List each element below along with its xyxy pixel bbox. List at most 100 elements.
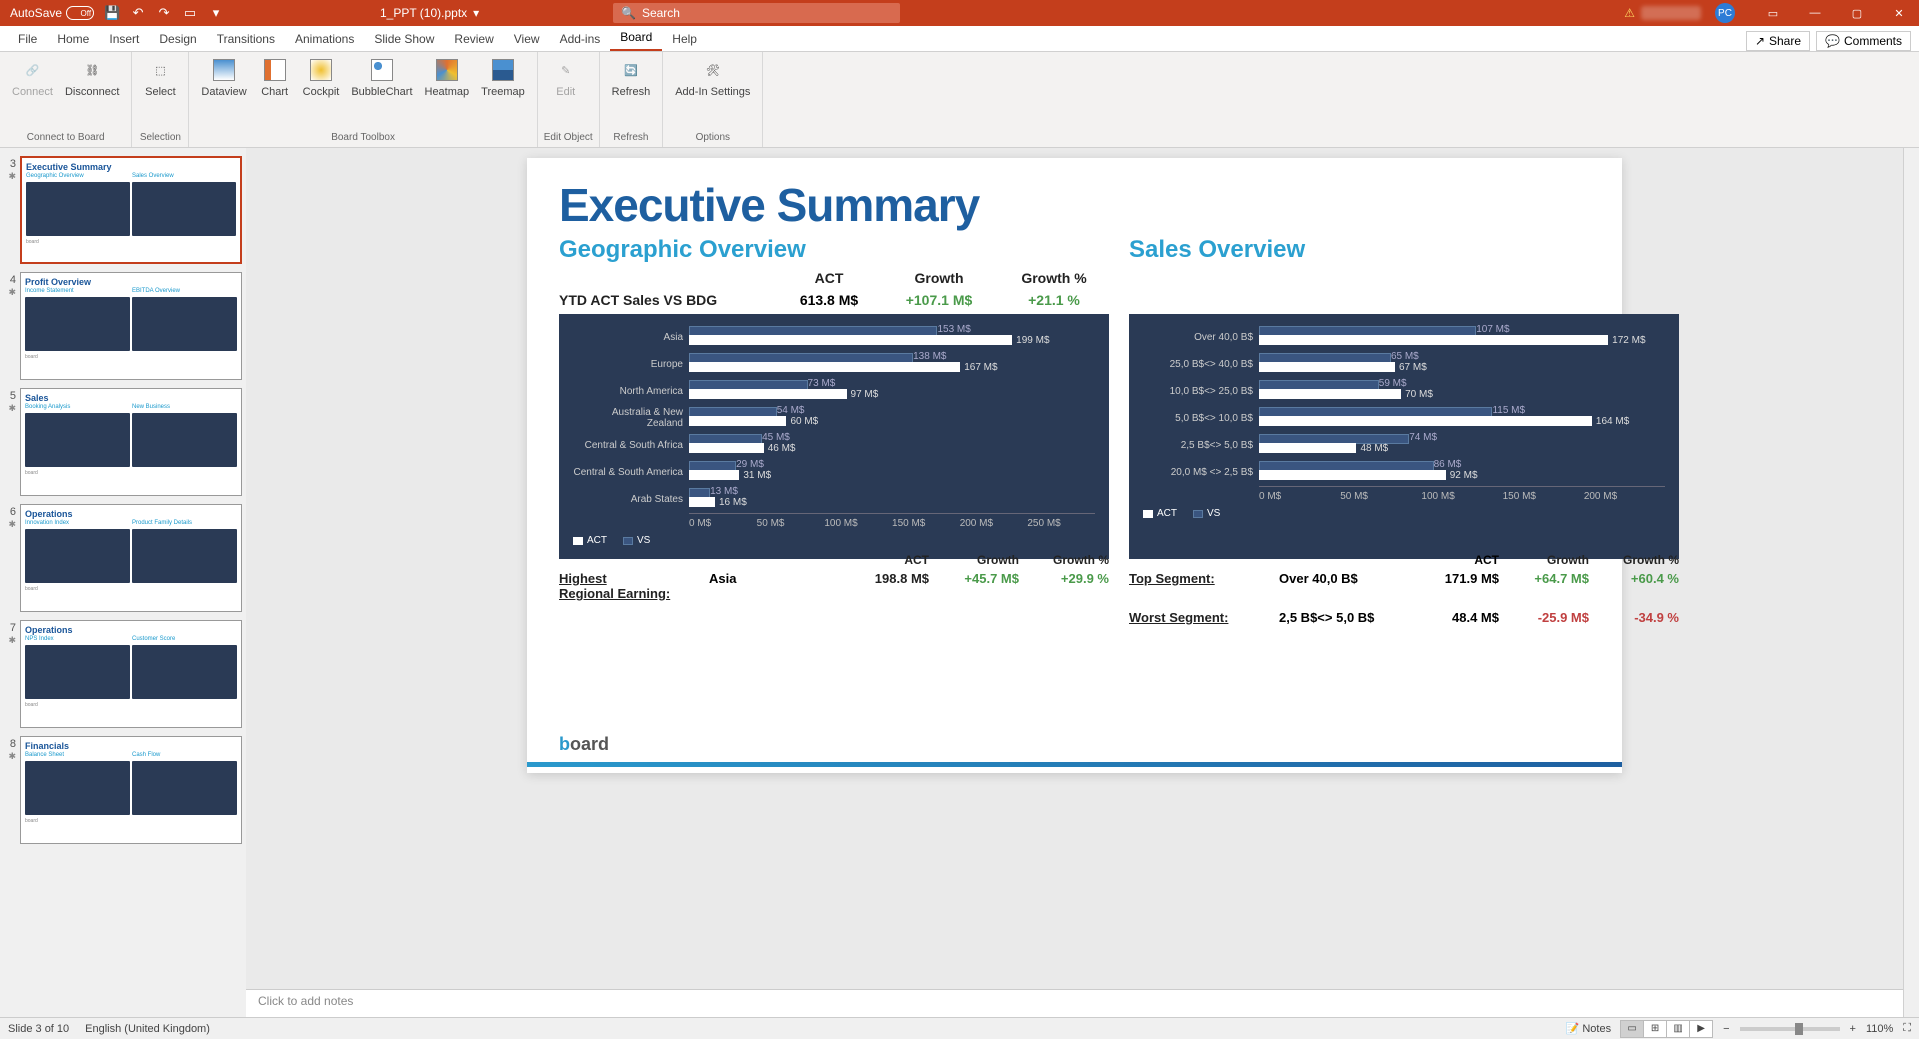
- warning-icon[interactable]: ⚠: [1624, 6, 1635, 20]
- cockpit-button[interactable]: Cockpit: [297, 54, 346, 102]
- tab-home[interactable]: Home: [47, 27, 99, 51]
- search-box[interactable]: 🔍: [613, 3, 900, 23]
- zoom-level[interactable]: 110%: [1866, 1023, 1893, 1035]
- thumbnail-item[interactable]: 6✱ Operations Innovation IndexProduct Fa…: [4, 504, 242, 612]
- edit-button[interactable]: ✎Edit: [544, 54, 588, 102]
- minimize-icon[interactable]: ―: [1795, 0, 1835, 26]
- user-avatar[interactable]: PC: [1715, 3, 1735, 23]
- thumbnail-item[interactable]: 5✱ Sales Booking AnalysisNew Business bo…: [4, 388, 242, 496]
- language-status[interactable]: English (United Kingdom): [85, 1023, 210, 1035]
- geo-chart: Asia 153 M$ 199 M$ Europe 138 M$ 167 M$ …: [559, 314, 1109, 559]
- save-icon[interactable]: 💾: [104, 5, 120, 21]
- hdr-growthp: Growth %: [999, 270, 1109, 286]
- cockpit-icon: [309, 58, 333, 82]
- worst-seg-growth: -25.9 M$: [1499, 610, 1589, 625]
- vertical-scrollbar[interactable]: [1903, 148, 1919, 1017]
- chart-button[interactable]: Chart: [253, 54, 297, 102]
- sorter-view-icon[interactable]: ⊞: [1643, 1020, 1667, 1038]
- maximize-icon[interactable]: ▢: [1837, 0, 1877, 26]
- bar-row: Central & South Africa 45 M$ 46 M$: [573, 432, 1095, 458]
- sales-section-title: Sales Overview: [1129, 236, 1679, 264]
- thumbnail-item[interactable]: 4✱ Profit Overview Income StatementEBITD…: [4, 272, 242, 380]
- thumbnail-card[interactable]: Executive Summary Geographic OverviewSal…: [20, 156, 242, 264]
- treemap-button[interactable]: Treemap: [475, 54, 531, 102]
- refresh-icon: 🔄: [619, 58, 643, 82]
- highest-growth: +45.7 M$: [964, 571, 1019, 586]
- notes-toggle[interactable]: 📝 Notes: [1566, 1022, 1612, 1035]
- slideshow-view-icon[interactable]: ▶: [1689, 1020, 1713, 1038]
- bar-row: Asia 153 M$ 199 M$: [573, 324, 1095, 350]
- bar-row: Over 40,0 B$ 107 M$ 172 M$: [1143, 324, 1665, 350]
- close-icon[interactable]: ✕: [1879, 0, 1919, 26]
- normal-view-icon[interactable]: ▭: [1620, 1020, 1644, 1038]
- tab-view[interactable]: View: [504, 27, 550, 51]
- redo-icon[interactable]: ↷: [156, 5, 172, 21]
- share-button[interactable]: ↗Share: [1746, 31, 1810, 51]
- ribbon-mode-icon[interactable]: ▭: [1753, 0, 1793, 26]
- bar-row: North America 73 M$ 97 M$: [573, 378, 1095, 404]
- zoom-out-icon[interactable]: −: [1723, 1023, 1729, 1035]
- thumbnail-number: 7✱: [4, 620, 20, 728]
- refresh-button[interactable]: 🔄Refresh: [606, 54, 657, 102]
- comments-button[interactable]: 💬Comments: [1816, 31, 1911, 51]
- autosave-label: AutoSave: [10, 6, 62, 20]
- heatmap-button[interactable]: Heatmap: [419, 54, 476, 102]
- slide[interactable]: Executive Summary Geographic Overview AC…: [527, 158, 1622, 773]
- top-seg-label: Top Segment:: [1129, 571, 1279, 586]
- tab-addins[interactable]: Add-ins: [550, 27, 611, 51]
- bar-row: 5,0 B$<> 10,0 B$ 115 M$ 164 M$: [1143, 405, 1665, 431]
- bar-row: Central & South America 29 M$ 31 M$: [573, 459, 1095, 485]
- zoom-in-icon[interactable]: +: [1850, 1023, 1856, 1035]
- bar-row: Arab States 13 M$ 16 M$: [573, 486, 1095, 512]
- board-logo: bboardoard: [559, 734, 609, 755]
- highest-growthp: +29.9 %: [1061, 571, 1109, 586]
- thumbnail-number: 8✱: [4, 736, 20, 844]
- select-button[interactable]: ⬚Select: [138, 54, 182, 102]
- bar-row: 25,0 B$<> 40,0 B$ 65 M$ 67 M$: [1143, 351, 1665, 377]
- zoom-slider[interactable]: [1740, 1027, 1840, 1031]
- disconnect-button[interactable]: ⛓Disconnect: [59, 54, 125, 102]
- connect-button[interactable]: 🔗Connect: [6, 54, 59, 102]
- thumbnail-item[interactable]: 7✱ Operations NPS IndexCustomer Score bo…: [4, 620, 242, 728]
- undo-icon[interactable]: ↶: [130, 5, 146, 21]
- user-name: [1641, 6, 1701, 20]
- thumbnail-number: 3✱: [4, 156, 20, 264]
- thumbnail-item[interactable]: 8✱ Financials Balance SheetCash Flow boa…: [4, 736, 242, 844]
- tab-transitions[interactable]: Transitions: [207, 27, 285, 51]
- file-name[interactable]: 1_PPT (10).pptx ▾: [380, 6, 479, 20]
- slide-area: Executive Summary Geographic Overview AC…: [246, 148, 1903, 1017]
- tab-review[interactable]: Review: [444, 27, 503, 51]
- thumbnail-card[interactable]: Operations NPS IndexCustomer Score board: [20, 620, 242, 728]
- thumbnail-panel[interactable]: 3✱ Executive Summary Geographic Overview…: [0, 148, 246, 1017]
- reading-view-icon[interactable]: ▥: [1666, 1020, 1690, 1038]
- bar-row: 20,0 M$ <> 2,5 B$ 86 M$ 92 M$: [1143, 459, 1665, 485]
- settings-icon: 🛠: [701, 58, 725, 82]
- fit-to-window-icon[interactable]: ⛶: [1903, 1022, 1911, 1035]
- bubblechart-button[interactable]: BubbleChart: [345, 54, 418, 102]
- tab-animations[interactable]: Animations: [285, 27, 364, 51]
- thumbnail-card[interactable]: Operations Innovation IndexProduct Famil…: [20, 504, 242, 612]
- tab-insert[interactable]: Insert: [99, 27, 149, 51]
- addin-settings-button[interactable]: 🛠Add-In Settings: [669, 54, 756, 102]
- dataview-button[interactable]: Dataview: [195, 54, 252, 102]
- thumbnail-item[interactable]: 3✱ Executive Summary Geographic Overview…: [4, 156, 242, 264]
- autosave-toggle[interactable]: AutoSave Off: [10, 6, 94, 20]
- slide-counter[interactable]: Slide 3 of 10: [8, 1023, 69, 1035]
- worst-seg-growthp: -34.9 %: [1589, 610, 1679, 625]
- tab-file[interactable]: File: [8, 27, 47, 51]
- qat-more-icon[interactable]: ▾: [208, 5, 224, 21]
- tab-help[interactable]: Help: [662, 27, 707, 51]
- tab-design[interactable]: Design: [149, 27, 206, 51]
- title-bar: AutoSave Off 💾 ↶ ↷ ▭ ▾ 1_PPT (10).pptx ▾…: [0, 0, 1919, 26]
- ytd-act: 613.8 M$: [779, 292, 879, 308]
- tab-board[interactable]: Board: [610, 25, 662, 51]
- sales-chart: Over 40,0 B$ 107 M$ 172 M$ 25,0 B$<> 40,…: [1129, 314, 1679, 559]
- present-icon[interactable]: ▭: [182, 5, 198, 21]
- disconnect-icon: ⛓: [80, 58, 104, 82]
- thumbnail-card[interactable]: Sales Booking AnalysisNew Business board: [20, 388, 242, 496]
- search-input[interactable]: [642, 6, 892, 20]
- thumbnail-card[interactable]: Profit Overview Income StatementEBITDA O…: [20, 272, 242, 380]
- thumbnail-card[interactable]: Financials Balance SheetCash Flow board: [20, 736, 242, 844]
- notes-pane[interactable]: Click to add notes: [246, 989, 1903, 1017]
- tab-slideshow[interactable]: Slide Show: [364, 27, 444, 51]
